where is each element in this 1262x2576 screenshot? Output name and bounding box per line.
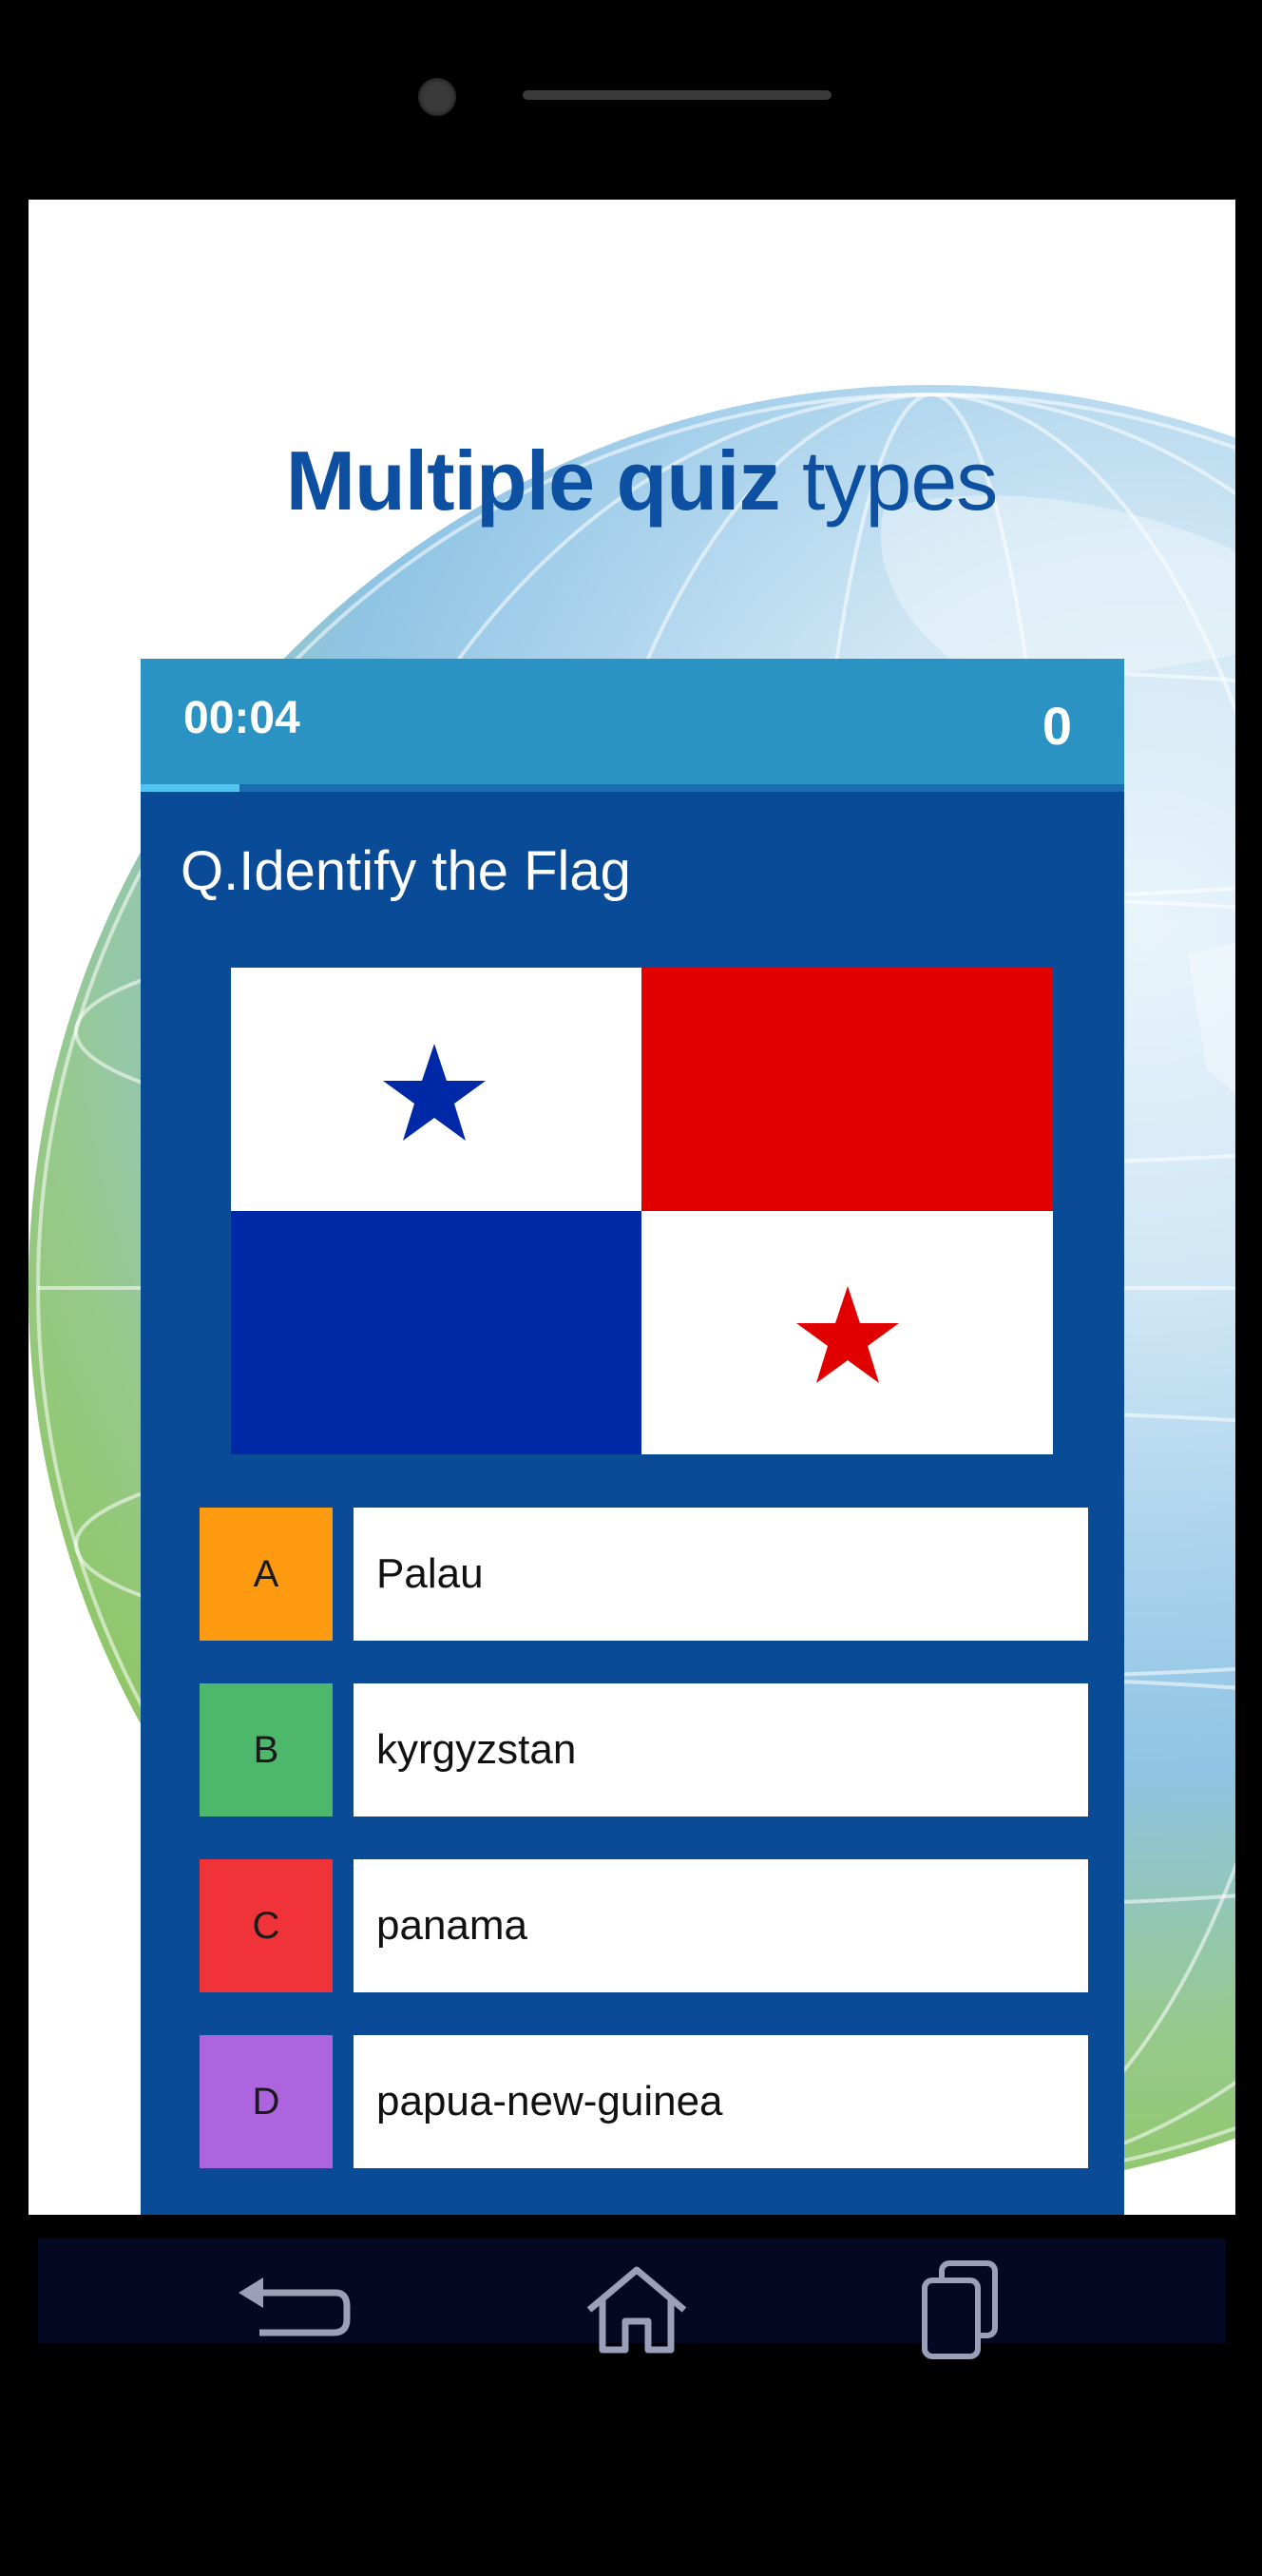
headline-light-text: types: [801, 433, 998, 528]
timer: 00:04: [183, 693, 300, 743]
promo-headline: Multiple quiz types: [29, 433, 1235, 529]
timer-progress-fill: [141, 784, 239, 792]
option-b-letter: B: [200, 1683, 333, 1817]
option-d-text[interactable]: papua-new-guinea: [354, 2035, 1088, 2168]
question-text: Q.Identify the Flag: [181, 840, 631, 902]
app-screen: Multiple quiz types 00:04 0 Q.Identify t…: [29, 200, 1235, 2215]
option-c[interactable]: C panama: [200, 1859, 1088, 1992]
back-icon: [239, 2278, 351, 2336]
option-c-text[interactable]: panama: [354, 1859, 1088, 1992]
score: 0: [1042, 696, 1072, 756]
option-a-text[interactable]: Palau: [354, 1508, 1088, 1641]
home-icon: [586, 2266, 687, 2354]
front-camera: [418, 78, 456, 116]
earpiece-speaker: [523, 90, 832, 100]
recent-apps-button[interactable]: [884, 2239, 1036, 2381]
quiz-card: 00:04 0 Q.Identify the Flag A Palau B ky…: [141, 659, 1124, 2215]
option-d[interactable]: D papua-new-guinea: [200, 2035, 1088, 2168]
option-b[interactable]: B kyrgyzstan: [200, 1683, 1088, 1817]
option-b-text[interactable]: kyrgyzstan: [354, 1683, 1088, 1817]
recent-apps-icon: [922, 2260, 998, 2359]
option-d-letter: D: [200, 2035, 333, 2168]
option-a-letter: A: [200, 1508, 333, 1641]
headline-bold-text: Multiple quiz: [285, 433, 781, 528]
flag-of-panama-icon: [231, 968, 1053, 1454]
option-a[interactable]: A Palau: [200, 1508, 1088, 1641]
timer-progress-bar: [141, 784, 1124, 792]
quiz-header: 00:04 0: [141, 659, 1124, 784]
home-button[interactable]: [561, 2239, 713, 2381]
option-c-letter: C: [200, 1859, 333, 1992]
back-button[interactable]: [217, 2239, 369, 2381]
